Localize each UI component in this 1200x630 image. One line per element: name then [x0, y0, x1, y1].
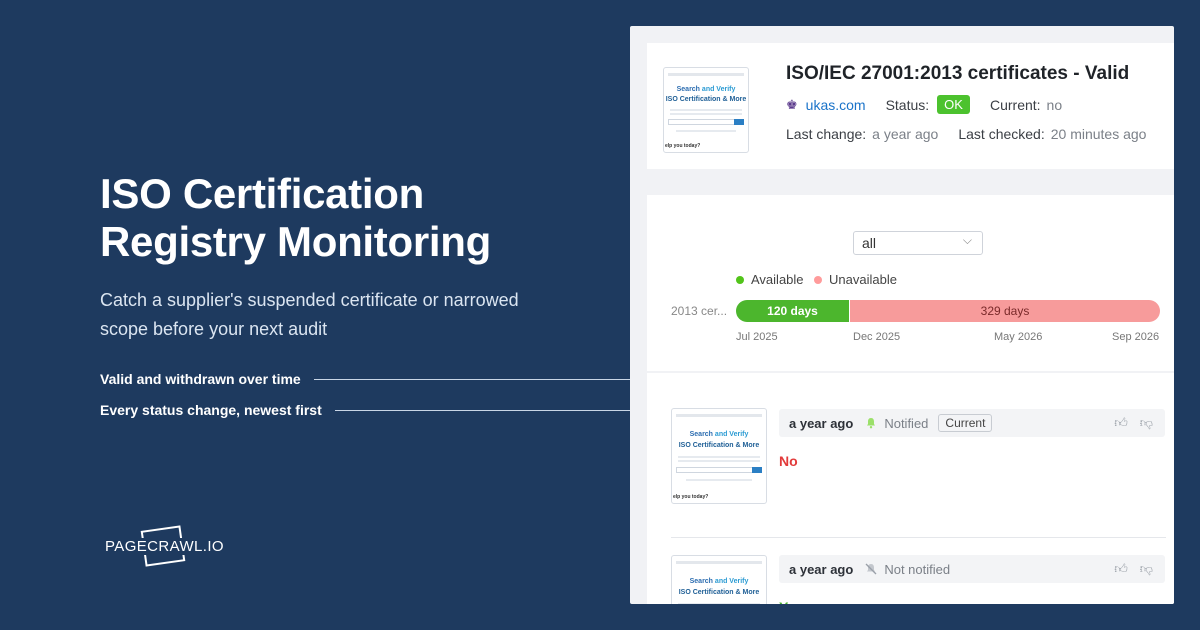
- thumbnail-search: [676, 467, 762, 473]
- monitor-meta-row-1: ♚ ukas.com Status: OK Current: no: [786, 95, 1062, 114]
- thumbnail-text-line: [678, 603, 760, 604]
- monitor-title[interactable]: ISO/IEC 27001:2013 certificates - Valid: [786, 63, 1129, 85]
- history-entry-value: Y: [779, 599, 788, 604]
- history-divider: [671, 537, 1166, 538]
- feedback-buttons: 👍︎ 👎︎: [1114, 415, 1153, 431]
- thumbnail-text-line: [670, 109, 742, 111]
- legend-available: Available: [736, 272, 804, 287]
- last-change-label: Last change:: [786, 126, 867, 142]
- legend-unavailable: Unavailable: [814, 272, 897, 287]
- timeline-tick: Dec 2025: [853, 331, 901, 343]
- timeline-segment-available[interactable]: 120 days: [736, 300, 849, 322]
- thumbnail-nav: [676, 414, 762, 417]
- history-entry-header: a year ago Notified Current 👍︎ 👎︎: [779, 409, 1165, 437]
- history-entry-time: a year ago: [789, 415, 854, 431]
- thumbnail-help: elp you today?: [673, 494, 709, 500]
- thumbnail-heading-1: Search and Verify: [689, 578, 749, 585]
- notification-status: Notified: [865, 416, 928, 431]
- last-change-value: a year ago: [872, 126, 939, 142]
- thumbnail-heading-2: ISO Certification & More: [678, 589, 760, 596]
- thumbnail-text-line: [670, 113, 742, 115]
- status-label: Status:: [885, 96, 930, 113]
- bell-icon: [867, 418, 876, 429]
- notification-label: Notified: [884, 415, 929, 431]
- thumbs-up-icon[interactable]: 👍︎: [1114, 415, 1128, 431]
- thumbnail-stats: [686, 479, 752, 481]
- thumbnail-nav: [668, 73, 744, 76]
- legend-available-label: Available: [751, 272, 804, 287]
- timeline-tick: Jul 2025: [736, 331, 778, 343]
- history-entry-header: a year ago Not notified 👍︎ 👎︎: [779, 555, 1165, 583]
- timeline-segment-unavailable[interactable]: 329 days: [850, 300, 1160, 322]
- history-thumbnail[interactable]: Search and Verify ISO Certification & Mo…: [671, 408, 767, 504]
- current-tag: Current: [938, 414, 993, 432]
- callout-timeline-connector: [314, 379, 630, 380]
- monitor-panel: Search and Verify ISO Certification & Mo…: [630, 26, 1174, 604]
- hero-title-line-2: Registry Monitoring: [100, 218, 491, 265]
- status-badge: OK: [937, 95, 970, 114]
- legend-unavailable-label: Unavailable: [829, 272, 897, 287]
- last-checked-value: 20 minutes ago: [1050, 126, 1147, 142]
- thumbnail-search-button: [752, 467, 762, 473]
- thumbs-up-icon[interactable]: 👍︎: [1114, 561, 1128, 577]
- notification-label: Not notified: [884, 561, 951, 577]
- legend-available-swatch: [736, 275, 744, 284]
- thumbnail-stats: [676, 130, 736, 132]
- history-entry-time: a year ago: [789, 561, 854, 577]
- thumbnail-help: elp you today?: [665, 143, 701, 149]
- thumbnail-heading-2: ISO Certification & More: [665, 96, 747, 103]
- brand-logo: PAGECRAWL.IO: [103, 522, 226, 572]
- monitor-meta-row-2: Last change: a year ago Last checked: 20…: [786, 126, 1146, 142]
- thumbnail-text-line: [678, 456, 760, 458]
- callout-history-connector: [335, 410, 665, 411]
- notification-status: Not notified: [865, 562, 950, 577]
- thumbnail-heading-1: Search and Verify: [676, 86, 736, 93]
- thumbnail-text-line: [678, 460, 760, 462]
- timeline-tick: Sep 2026: [1112, 331, 1160, 343]
- history-entry-value: No: [779, 453, 798, 469]
- change-history-card: Search and Verify ISO Certification & Mo…: [647, 373, 1174, 604]
- availability-timeline-card: all ⌵ Available Unavailable 2013 cer... …: [647, 195, 1174, 371]
- thumbnail-heading-2: ISO Certification & More: [678, 442, 760, 449]
- brand-name: PAGECRAWL.IO: [103, 538, 226, 555]
- thumbnail-nav: [676, 561, 762, 564]
- bell-off-icon: [865, 563, 877, 575]
- filter-select[interactable]: all ⌵: [853, 231, 983, 255]
- current-value: no: [1046, 96, 1063, 113]
- monitor-header-card: Search and Verify ISO Certification & Mo…: [647, 43, 1174, 169]
- history-thumbnail[interactable]: Search and Verify ISO Certification & Mo…: [671, 555, 767, 604]
- hero-title-line-1: ISO Certification: [100, 170, 424, 217]
- callout-history: Every status change, newest first: [100, 402, 322, 418]
- page-thumbnail[interactable]: Search and Verify ISO Certification & Mo…: [663, 67, 749, 153]
- legend-unavailable-swatch: [814, 275, 822, 284]
- feedback-buttons: 👍︎ 👎︎: [1114, 561, 1153, 577]
- thumbs-down-icon[interactable]: 👎︎: [1140, 561, 1153, 577]
- hero-subtitle: Catch a supplier's suspended certificate…: [100, 290, 519, 339]
- chevron-down-icon: ⌵: [962, 233, 972, 247]
- callout-timeline: Valid and withdrawn over time: [100, 371, 301, 387]
- thumbnail-search-button: [734, 119, 744, 125]
- thumbnail-search: [668, 119, 744, 125]
- crown-icon: ♚: [786, 96, 798, 112]
- filter-select-value: all: [862, 235, 877, 251]
- monitor-domain-link[interactable]: ukas.com: [806, 97, 866, 113]
- thumbs-down-icon[interactable]: 👎︎: [1140, 415, 1153, 431]
- last-checked-label: Last checked:: [958, 126, 1045, 142]
- current-label: Current:: [989, 96, 1041, 113]
- thumbnail-heading-1: Search and Verify: [689, 431, 749, 438]
- timeline-row-label: 2013 cer...: [671, 304, 728, 318]
- hero-title: ISO Certification Registry Monitoring: [100, 170, 491, 266]
- timeline-tick: May 2026: [994, 331, 1043, 343]
